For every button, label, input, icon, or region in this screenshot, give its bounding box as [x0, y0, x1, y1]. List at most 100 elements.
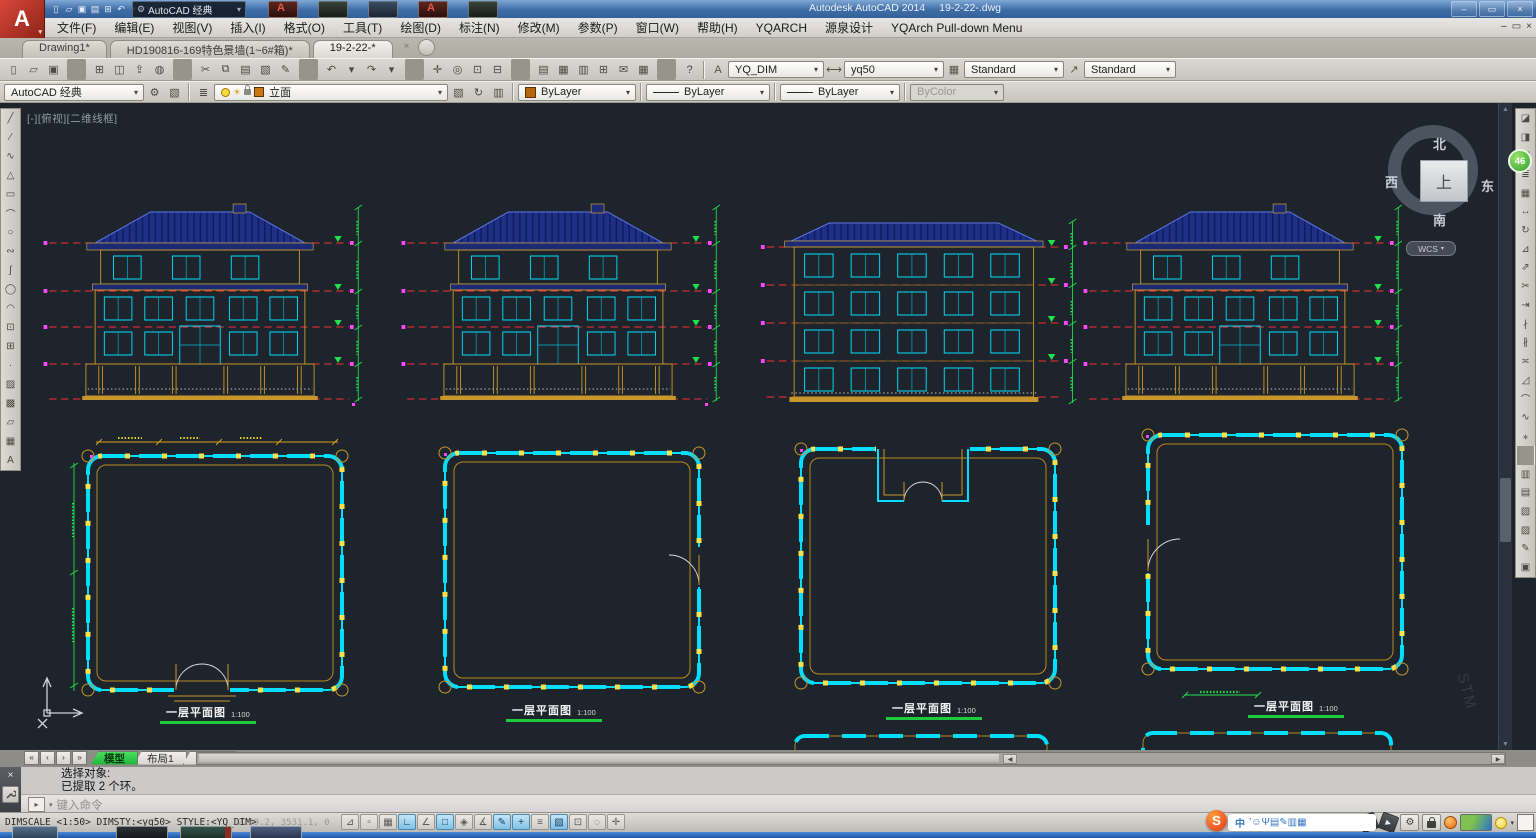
stretch-icon[interactable]: ⇗: [1517, 259, 1534, 278]
gradient-icon[interactable]: ▩: [2, 394, 19, 413]
chamfer-icon[interactable]: ◿: [1517, 371, 1534, 390]
open-icon[interactable]: ▱: [24, 59, 43, 80]
tab-close-icon[interactable]: ×: [404, 41, 410, 52]
menu-item-view[interactable]: 视图(V): [163, 17, 221, 38]
extend-icon[interactable]: ⇥: [1517, 296, 1534, 315]
markup-set-manager-icon[interactable]: ✉: [614, 59, 633, 80]
viewcube-north[interactable]: 北: [1433, 134, 1446, 153]
qat-open-icon[interactable]: ▱: [63, 2, 75, 16]
viewcube-south[interactable]: 南: [1433, 210, 1446, 229]
viewcube-west[interactable]: 西: [1385, 172, 1398, 191]
undo-icon[interactable]: ↶: [322, 59, 341, 80]
save-icon[interactable]: ▣: [44, 59, 63, 80]
menu-item-dimension[interactable]: 标注(N): [450, 17, 509, 38]
lineweight-display-toggle[interactable]: ≡: [531, 814, 549, 830]
quickcalc-icon[interactable]: ▦: [634, 59, 653, 80]
layer-previous-icon[interactable]: ▥: [489, 82, 508, 103]
break-at-point-icon[interactable]: ∤: [1517, 315, 1534, 334]
qat-undo-icon[interactable]: ↶: [115, 2, 127, 16]
layer-combo[interactable]: ☀ 立面 ▾: [214, 84, 448, 101]
scrollbar-thumb[interactable]: [1500, 478, 1511, 542]
menu-item-draw[interactable]: 绘图(D): [391, 17, 450, 38]
dynamic-input-toggle[interactable]: +: [512, 814, 530, 830]
taskbar-thumbnail[interactable]: [12, 826, 58, 838]
file-tab-drawing1[interactable]: Drawing1*: [22, 40, 107, 58]
menu-item-edit[interactable]: 编辑(E): [105, 17, 163, 38]
geolocation-icon[interactable]: [1460, 814, 1492, 831]
tool-palettes-icon[interactable]: ▥: [574, 59, 593, 80]
command-input-placeholder[interactable]: 键入命令: [57, 797, 103, 813]
ime-emoji-icon[interactable]: ☺: [1251, 817, 1261, 828]
selection-cycling-toggle[interactable]: ◌: [588, 814, 606, 830]
draw-order-above-icon[interactable]: ▧: [1517, 502, 1534, 521]
menu-item-tools[interactable]: 工具(T): [334, 17, 391, 38]
doc-minimize-button[interactable]: –: [1501, 21, 1507, 32]
command-customize-button[interactable]: [2, 786, 19, 803]
sheet-set-manager-icon[interactable]: ⊞: [594, 59, 613, 80]
doc-close-button[interactable]: ×: [1526, 21, 1532, 32]
layout-nav-next[interactable]: ›: [56, 751, 71, 765]
notification-badge[interactable]: 46: [1508, 149, 1532, 173]
properties-icon[interactable]: ▤: [534, 59, 553, 80]
file-tab-19-2-22[interactable]: 19-2-22-*: [313, 40, 393, 58]
toolbar-lock-icon[interactable]: [1422, 814, 1441, 831]
construction-line-icon[interactable]: ∕: [2, 128, 19, 147]
vertical-scrollbar[interactable]: ▲ ▼: [1498, 103, 1512, 750]
menu-item-yqarch[interactable]: YQARCH: [747, 19, 816, 37]
taskbar-thumbnail[interactable]: [180, 826, 232, 838]
spline-icon[interactable]: ʃ: [2, 261, 19, 280]
hatch-icon[interactable]: ▨: [2, 375, 19, 394]
publish-icon[interactable]: ⇪: [130, 59, 149, 80]
tab-layout1[interactable]: 布局1: [134, 751, 187, 765]
rectangle-icon[interactable]: ▭: [2, 185, 19, 204]
help-icon[interactable]: ?: [680, 59, 699, 80]
dynamic-ucs-toggle[interactable]: ✎: [493, 814, 511, 830]
paste-special-icon[interactable]: ▧: [256, 59, 275, 80]
layout-nav-first[interactable]: «: [24, 751, 39, 765]
ime-toolbox-icon[interactable]: ▦: [1297, 817, 1306, 828]
3d-dwf-icon[interactable]: ◍: [150, 59, 169, 80]
ime-logo-icon[interactable]: S: [1206, 810, 1227, 831]
menu-item-modify[interactable]: 修改(M): [509, 17, 569, 38]
array-icon[interactable]: ▦: [1517, 184, 1534, 203]
pan-icon[interactable]: ✛: [428, 59, 447, 80]
menu-item-help[interactable]: 帮助(H): [688, 17, 747, 38]
workspace-switcher[interactable]: ⚙ AutoCAD 经典 ▾: [132, 1, 246, 18]
ellipse-icon[interactable]: ◯: [2, 280, 19, 299]
scroll-right-icon[interactable]: ▶: [1491, 754, 1505, 764]
text-front-icon[interactable]: ✎: [1517, 539, 1534, 558]
qat-saveas-icon[interactable]: ▤: [89, 2, 101, 16]
menu-item-yuanquan-design[interactable]: 源泉设计: [816, 17, 882, 38]
object-snap-toggle[interactable]: □: [436, 814, 454, 830]
infer-constraints-toggle[interactable]: ⊿: [341, 814, 359, 830]
blend-curves-icon[interactable]: ∿: [1517, 408, 1534, 427]
dim-style-combo[interactable]: yq50 ▾: [844, 61, 944, 78]
match-properties-icon[interactable]: ✎: [276, 59, 295, 80]
tray-menu-caret[interactable]: ▾: [1510, 819, 1514, 827]
hatch-back-icon[interactable]: ▣: [1517, 558, 1534, 577]
linetype-combo[interactable]: ByLayer ▾: [646, 84, 770, 101]
tab-model[interactable]: 模型: [91, 751, 138, 765]
new-icon[interactable]: ▯: [4, 59, 23, 80]
ime-skin-icon[interactable]: ▥: [1288, 817, 1297, 828]
viewcube-top-face[interactable]: 上: [1420, 160, 1468, 202]
scroll-down-icon[interactable]: ▼: [1499, 738, 1512, 750]
ime-handwriting-icon[interactable]: ✎: [1279, 817, 1287, 828]
viewcube[interactable]: 北 南 西 东 上: [1388, 125, 1478, 215]
zoom-window-icon[interactable]: ⊡: [468, 59, 487, 80]
layout-nav-prev[interactable]: ‹: [40, 751, 55, 765]
text-style-combo[interactable]: YQ_DIM ▾: [728, 61, 824, 78]
tray-status-ball-icon[interactable]: [1444, 816, 1457, 829]
workspace-combo[interactable]: AutoCAD 经典 ▾: [4, 84, 144, 101]
make-current-layer-icon[interactable]: ▧: [449, 82, 468, 103]
ime-toolbar[interactable]: 中 ’☺Ψ▤✎▥▦: [1228, 814, 1376, 831]
polar-tracking-toggle[interactable]: ∠: [417, 814, 435, 830]
circle-icon[interactable]: ○: [2, 223, 19, 242]
quick-properties-toggle[interactable]: ⊡: [569, 814, 587, 830]
viewcube-east[interactable]: 东: [1481, 176, 1494, 195]
file-tab-hd190816[interactable]: HD190816-169特色景墙(1~6#箱)*: [110, 40, 310, 58]
table-icon[interactable]: ▦: [2, 432, 19, 451]
draw-order-below-icon[interactable]: ▨: [1517, 521, 1534, 540]
ime-keyboard-icon[interactable]: ▤: [1270, 817, 1279, 828]
scroll-left-icon[interactable]: ◀: [1003, 754, 1017, 764]
